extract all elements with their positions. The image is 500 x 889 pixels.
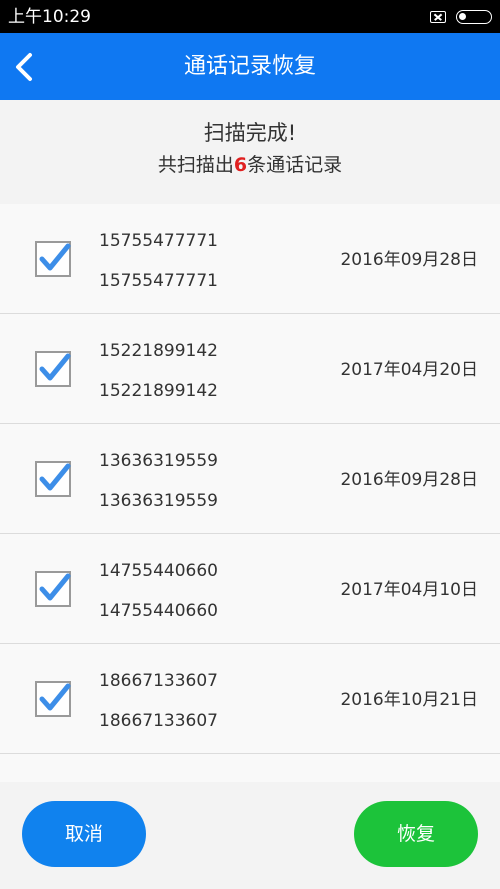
record-date: 2016年10月21日 xyxy=(340,690,478,710)
record-name: 13636319559 xyxy=(99,491,218,511)
status-icons xyxy=(430,8,492,26)
record-checkbox[interactable] xyxy=(35,461,71,497)
page-title: 通话记录恢复 xyxy=(183,54,316,79)
record-number: 15221899142 xyxy=(99,341,218,361)
record-checkbox[interactable] xyxy=(35,571,71,607)
title-bar: 通话记录恢复 xyxy=(0,33,500,100)
checkmark-icon xyxy=(39,463,71,491)
record-number: 13636319559 xyxy=(99,451,218,471)
cancel-button[interactable]: 取消 xyxy=(22,801,146,867)
sim-missing-icon xyxy=(430,11,446,23)
checkmark-icon xyxy=(39,353,71,381)
status-time: 上午10:29 xyxy=(8,7,91,27)
record-number: 18667133607 xyxy=(99,671,218,691)
call-record-list: 15755477771 15755477771 2016年09月28日 1522… xyxy=(0,204,500,782)
screen: 上午10:29 通话记录恢复 扫描完成! 共扫描出6条通话记录 15755477… xyxy=(0,0,500,889)
record-checkbox[interactable] xyxy=(35,351,71,387)
record-checkbox[interactable] xyxy=(35,681,71,717)
back-button[interactable] xyxy=(8,43,52,91)
checkmark-icon xyxy=(39,683,71,711)
scan-count-line: 共扫描出6条通话记录 xyxy=(0,150,500,177)
scan-count-suffix: 条通话记录 xyxy=(247,154,343,176)
record-date: 2016年09月28日 xyxy=(340,470,478,490)
record-number: 14755440660 xyxy=(99,561,218,581)
list-item[interactable]: 13636319559 13636319559 2016年09月28日 xyxy=(0,424,500,534)
record-date: 2017年04月20日 xyxy=(340,360,478,380)
list-item xyxy=(0,754,500,782)
scan-complete-title: 扫描完成! xyxy=(203,121,297,145)
list-item[interactable]: 14755440660 14755440660 2017年04月10日 xyxy=(0,534,500,644)
record-checkbox[interactable] xyxy=(35,241,71,277)
scan-count-prefix: 共扫描出 xyxy=(157,154,234,176)
checkmark-icon xyxy=(39,573,71,601)
record-date: 2016年09月28日 xyxy=(340,250,478,270)
chevron-left-icon xyxy=(16,53,32,81)
record-number: 15755477771 xyxy=(99,231,218,251)
record-date: 2017年04月10日 xyxy=(340,580,478,600)
list-item[interactable]: 15755477771 15755477771 2016年09月28日 xyxy=(0,204,500,314)
restore-button[interactable]: 恢复 xyxy=(354,801,478,867)
battery-icon xyxy=(456,10,492,24)
record-name: 18667133607 xyxy=(99,711,218,731)
list-item[interactable]: 15221899142 15221899142 2017年04月20日 xyxy=(0,314,500,424)
scan-count-number: 6 xyxy=(233,154,248,176)
list-item[interactable]: 18667133607 18667133607 2016年10月21日 xyxy=(0,644,500,754)
record-name: 15221899142 xyxy=(99,381,218,401)
scan-summary: 扫描完成! 共扫描出6条通话记录 xyxy=(0,100,500,192)
record-name: 15755477771 xyxy=(99,271,218,291)
status-bar: 上午10:29 xyxy=(0,0,500,33)
checkmark-icon xyxy=(39,243,71,271)
record-name: 14755440660 xyxy=(99,601,218,621)
